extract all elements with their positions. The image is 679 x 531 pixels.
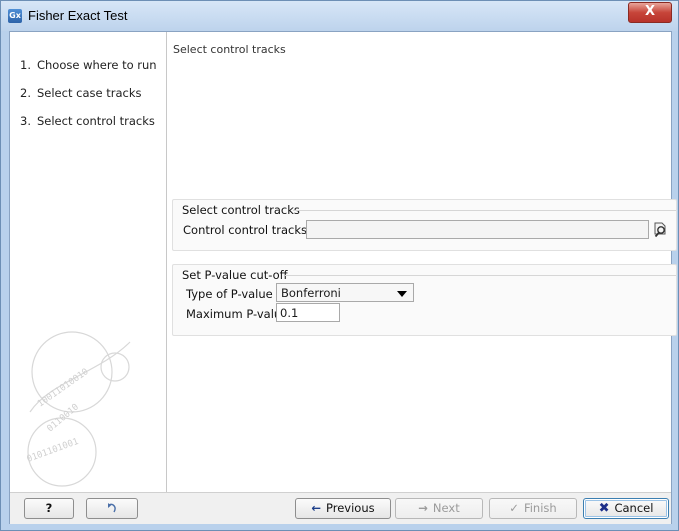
title-bar[interactable]: Gx Fisher Exact Test X — [1, 1, 678, 31]
step-number: 2. — [20, 86, 31, 100]
next-button[interactable]: → Next — [395, 498, 483, 519]
window-title: Fisher Exact Test — [28, 8, 128, 23]
close-button[interactable]: X — [628, 2, 672, 23]
control-tracks-group: Select control tracks Control control tr… — [172, 199, 677, 251]
svg-text:0101101001: 0101101001 — [26, 437, 80, 465]
next-label: Next — [432, 501, 460, 515]
wizard-main-panel: Select control tracks Select control tra… — [167, 32, 677, 492]
reset-button[interactable] — [86, 498, 138, 519]
previous-label: Previous — [326, 501, 375, 515]
group-divider — [293, 210, 676, 211]
step-2: 2. Select case tracks — [20, 86, 141, 100]
svg-text:0110010: 0110010 — [46, 402, 81, 434]
pvalue-group: Set P-value cut-off Type of P-value Bonf… — [172, 264, 677, 336]
finish-label: Finish — [523, 501, 557, 515]
control-tracks-label: Control control tracks — [183, 223, 308, 237]
pvalue-type-label: Type of P-value — [186, 287, 273, 301]
pvalue-type-dropdown[interactable]: Bonferroni — [276, 283, 414, 302]
group-title: Set P-value cut-off — [182, 268, 292, 282]
finish-button[interactable]: ✓ Finish — [489, 498, 577, 519]
step-number: 3. — [20, 114, 31, 128]
max-pvalue-input[interactable]: 0.1 — [276, 303, 340, 322]
browse-icon[interactable] — [652, 221, 670, 239]
decorative-binary-swirl-icon: 10011010010 0101101001 0110010 — [26, 331, 131, 487]
checkmark-icon: ✓ — [509, 501, 519, 515]
wizard-steps-sidebar: 1. Choose where to run 2. Select case trac… — [10, 32, 167, 492]
arrow-right-icon: → — [418, 501, 428, 515]
help-button[interactable]: ? — [24, 498, 74, 519]
group-title: Select control tracks — [182, 203, 304, 217]
dialog-window: Gx Fisher Exact Test X 1. Choose where to… — [0, 0, 679, 531]
previous-button[interactable]: ← Previous — [295, 498, 391, 519]
step-label: Select control tracks — [36, 114, 155, 128]
step-label: Select case tracks — [36, 86, 142, 100]
cancel-button[interactable]: ✖ Cancel — [583, 498, 669, 519]
control-tracks-field[interactable] — [306, 220, 649, 239]
close-icon: ✖ — [598, 501, 610, 516]
page-header: Select control tracks — [173, 43, 286, 56]
step-label: Choose where to run — [36, 58, 157, 72]
step-1: 1. Choose where to run — [20, 58, 157, 72]
step-number: 1. — [20, 58, 31, 72]
cancel-label: Cancel — [614, 501, 654, 515]
chevron-down-icon — [397, 291, 407, 297]
step-3: 3. Select control tracks — [20, 114, 155, 128]
pvalue-type-value: Bonferroni — [281, 286, 341, 300]
dialog-client-area: 1. Choose where to run 2. Select case trac… — [9, 31, 677, 524]
max-pvalue-label: Maximum P-value — [186, 307, 289, 321]
group-divider — [285, 275, 676, 276]
svg-text:10011010010: 10011010010 — [36, 367, 91, 409]
wizard-footer: ? ← Previous → Next ✓ Finish ✖ Cancel — [10, 492, 671, 524]
arrow-left-icon: ← — [311, 501, 322, 515]
app-icon: Gx — [8, 9, 22, 23]
undo-arrow-icon — [108, 503, 116, 513]
help-icon: ? — [45, 501, 53, 515]
